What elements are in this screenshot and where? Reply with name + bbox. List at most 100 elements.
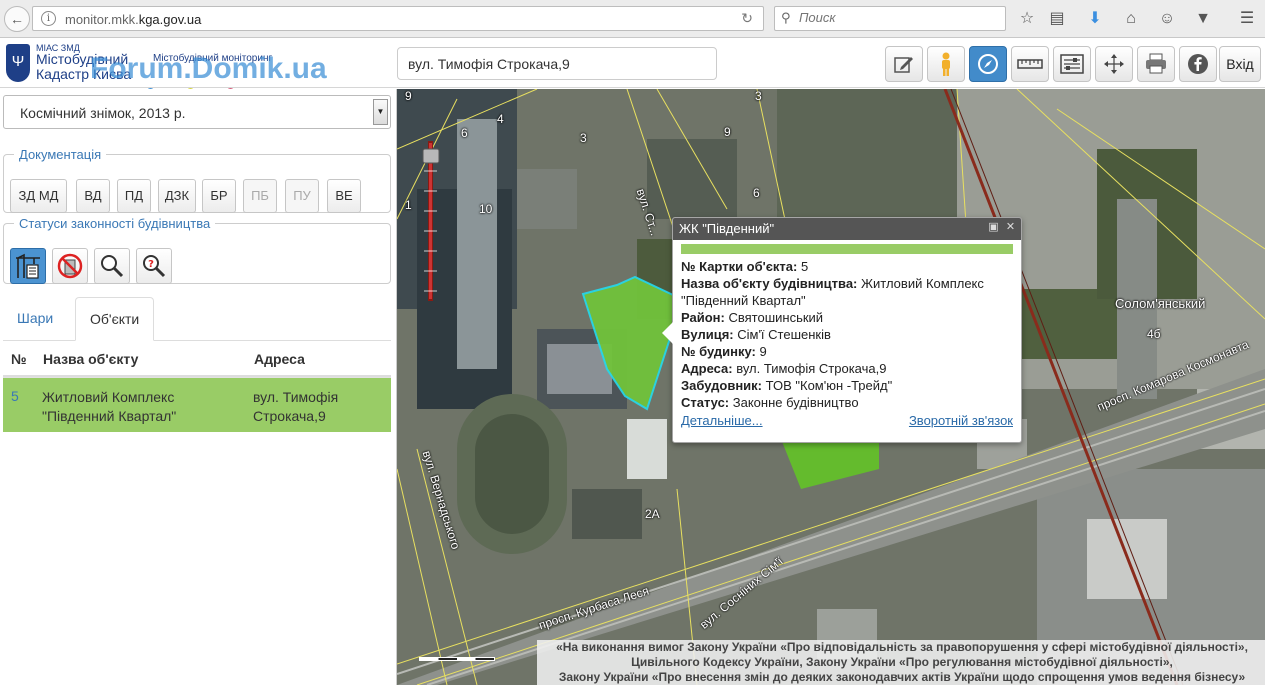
doc-button-vd[interactable]: ВД	[76, 179, 110, 213]
pencil-icon	[894, 57, 913, 73]
navigation-button[interactable]	[969, 46, 1007, 82]
address-search-input[interactable]	[397, 47, 717, 80]
edit-button[interactable]	[885, 46, 923, 82]
house-number-label: 9	[405, 89, 412, 103]
print-button[interactable]	[1137, 46, 1175, 82]
popup-key: № Картки об'єкта:	[681, 259, 798, 274]
popup-value: ТОВ "Ком'юн -Трейд"	[765, 378, 893, 393]
scale-bar	[419, 657, 495, 661]
popup-key: Статус:	[681, 395, 730, 410]
street-view-button[interactable]	[927, 46, 965, 82]
pocket-icon[interactable]: ▼	[1192, 8, 1214, 30]
status-color-bar	[681, 244, 1013, 254]
facebook-button[interactable]	[1179, 46, 1217, 82]
reload-icon[interactable]: ↻	[741, 10, 753, 27]
legality-status-group: Статуси законності будівництва ?	[3, 216, 391, 284]
row-number-link[interactable]: 5	[11, 388, 19, 404]
fullscreen-button[interactable]	[1095, 46, 1133, 82]
status-check-button[interactable]	[94, 248, 130, 284]
app-header: Ψ МІАС ЗМД Містобудівний Кадастр Києва М…	[0, 38, 1265, 97]
pegman-icon	[942, 52, 950, 76]
doc-button-ve[interactable]: ВЕ	[327, 179, 361, 213]
legal-notice-line: «На виконання вимог Закону України «Про …	[556, 640, 1248, 654]
status-unknown-button[interactable]: ?	[136, 248, 172, 284]
forum-watermark: Forum.Domik.ua	[90, 52, 327, 85]
popup-field-status: Статус: Законне будівництво	[681, 394, 1013, 411]
browser-search[interactable]: ⚲	[774, 6, 1006, 31]
back-button[interactable]: ←	[4, 6, 30, 32]
column-header-num: №	[11, 351, 27, 367]
magnifier-icon	[101, 255, 124, 278]
popup-field-builder: Забудовник: ТОВ "Ком'юн -Трейд"	[681, 377, 1013, 394]
popup-field-address: Адреса: вул. Тимофія Строкача,9	[681, 360, 1013, 377]
facebook-icon	[1188, 54, 1208, 74]
doc-button-dzk[interactable]: ДЗК	[158, 179, 196, 213]
house-number-label: 1	[405, 198, 412, 212]
popup-field-district: Район: Святошинський	[681, 309, 1013, 326]
zoom-scale-icon	[422, 141, 440, 301]
feedback-link[interactable]: Зворотній зв'язок	[909, 413, 1013, 428]
house-number-label: 10	[479, 202, 493, 216]
chevron-down-icon[interactable]: ▼	[373, 99, 388, 125]
popup-field-house: № будинку: 9	[681, 343, 1013, 360]
doc-button-br[interactable]: БР	[202, 179, 236, 213]
legality-status-legend: Статуси законності будівництва	[19, 216, 211, 231]
browser-search-input[interactable]	[799, 10, 999, 25]
popup-field-name: Назва об'єкту будівництва: Житловий Комп…	[681, 275, 1013, 309]
satellite-map[interactable]: 9 6 4 3 3 9 6 1 10 4б 2А Солом'янський в…	[397, 89, 1265, 685]
popup-pointer	[662, 322, 673, 344]
tab-layers[interactable]: Шари	[3, 297, 67, 341]
ruler-icon	[1017, 59, 1043, 69]
row-object-address: вул. Тимофія Строкача,9	[253, 389, 339, 424]
tab-objects[interactable]: Об'єкти	[75, 297, 155, 341]
legal-notice-line: Цивільного Кодексу України, Закону Украї…	[631, 655, 1173, 669]
zoom-slider[interactable]	[422, 141, 440, 301]
object-info-popup: ЖК "Південний" ▣ ✕ № Картки об'єкта: 5 Н…	[662, 217, 1022, 443]
basemap-select[interactable]: Космічний знімок, 2013 р. ▼	[3, 95, 391, 129]
url-bar[interactable]: i monitor.mkk.kga.gov.ua ↻	[32, 6, 764, 31]
layers-settings-button[interactable]	[1053, 46, 1091, 82]
house-number-label: 2А	[645, 507, 660, 521]
status-illegal-button[interactable]	[52, 248, 88, 284]
house-number-label: 6	[461, 126, 468, 140]
district-label: Солом'янський	[1115, 296, 1206, 311]
doc-button-pd[interactable]: ПД	[117, 179, 151, 213]
measure-button[interactable]	[1011, 46, 1049, 82]
doc-button-pb[interactable]: ПБ	[243, 179, 277, 213]
status-legal-button[interactable]	[10, 248, 46, 284]
table-header: № Назва об'єкту Адреса	[3, 341, 391, 377]
house-number-label: 9	[724, 125, 731, 139]
smiley-icon[interactable]: ☺	[1156, 8, 1178, 30]
popup-key: Вулиця:	[681, 327, 734, 342]
info-icon[interactable]: i	[41, 11, 56, 26]
table-row[interactable]: 5 Житловий Комплекс "Південний Квартал" …	[3, 377, 391, 432]
popup-field-street: Вулиця: Сім'ї Стешенків	[681, 326, 1013, 343]
house-number-label: 3	[580, 131, 587, 145]
documentation-group: Документація ЗД МД ВД ПД ДЗК БР ПБ ПУ ВЕ	[3, 147, 391, 213]
popup-value: 9	[759, 344, 767, 359]
popup-key: № будинку:	[681, 344, 756, 359]
legal-notice-line: Закону України «Про внесення змін до дея…	[558, 670, 1246, 684]
popup-key: Адреса:	[681, 361, 733, 376]
search-icon: ⚲	[781, 10, 791, 25]
panel-tabs: Шари Об'єкти	[3, 297, 391, 341]
doc-button-zd-md[interactable]: ЗД МД	[10, 179, 67, 213]
menu-icon[interactable]: ☰	[1236, 8, 1258, 30]
close-icon[interactable]: ✕	[1004, 221, 1017, 234]
details-link[interactable]: Детальніше...	[681, 413, 763, 428]
no-construction-icon	[57, 253, 83, 279]
bookmark-star-icon[interactable]: ☆	[1016, 8, 1038, 30]
row-object-name: Житловий Комплекс "Південний Квартал"	[42, 389, 177, 424]
downloads-icon[interactable]: ⬇	[1084, 8, 1106, 30]
column-header-name: Назва об'єкту	[43, 351, 139, 367]
maximize-icon[interactable]: ▣	[987, 221, 1000, 234]
popup-links: Детальніше... Зворотній зв'язок	[681, 413, 1013, 430]
house-number-label: 6	[753, 186, 760, 200]
doc-button-pu[interactable]: ПУ	[285, 179, 319, 213]
popup-key: Забудовник:	[681, 378, 763, 393]
home-icon[interactable]: ⌂	[1120, 8, 1142, 30]
login-button[interactable]: Вхід	[1219, 46, 1261, 82]
reading-list-icon[interactable]: ▤	[1046, 8, 1068, 30]
popup-key: Район:	[681, 310, 725, 325]
crane-building-icon	[16, 253, 40, 279]
